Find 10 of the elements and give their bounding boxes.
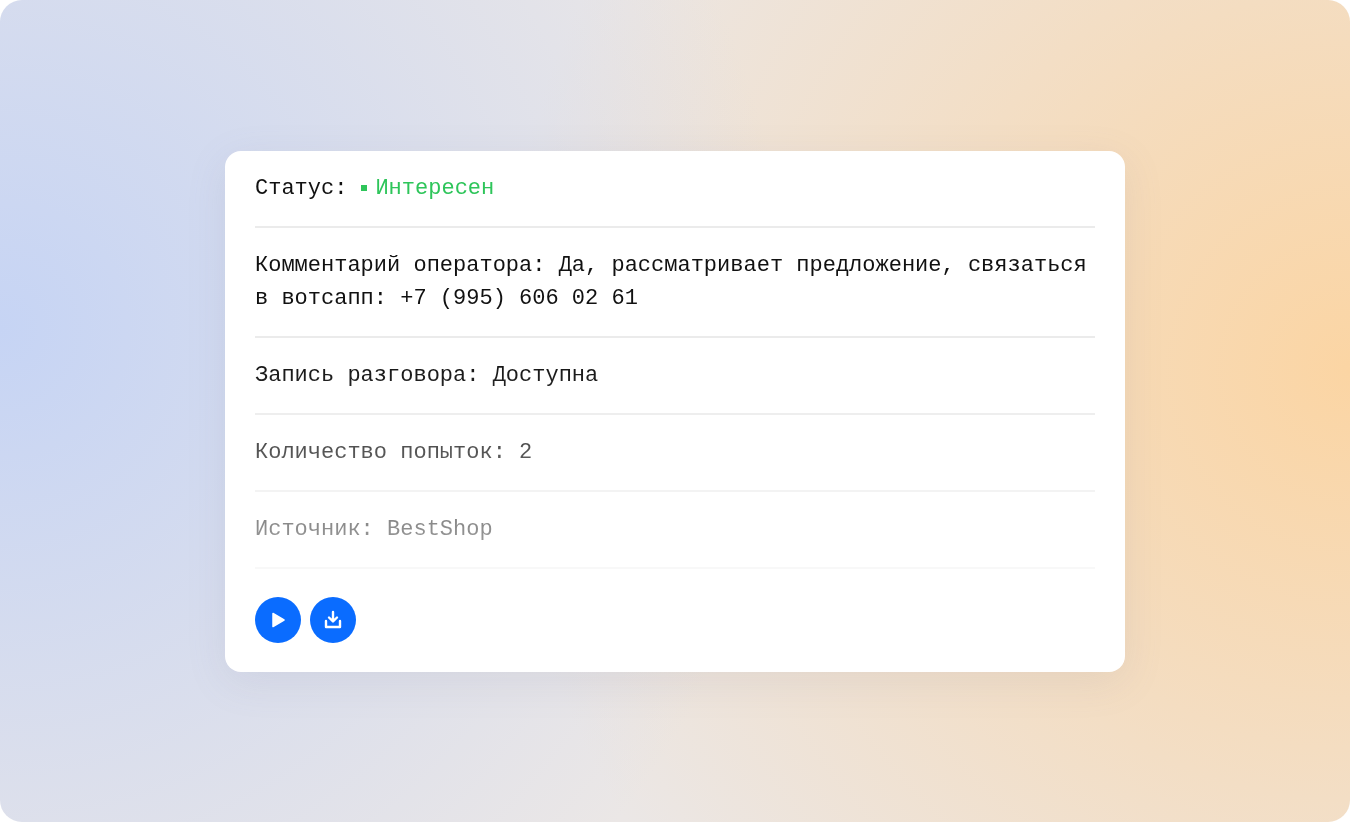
info-text: Источник: BestShop bbox=[255, 515, 493, 544]
info-text: Количество попыток: 2 bbox=[255, 438, 533, 467]
play-button[interactable] bbox=[255, 596, 301, 643]
status-label: Статус: bbox=[255, 174, 348, 203]
play-icon bbox=[270, 611, 286, 628]
download-button[interactable] bbox=[310, 596, 356, 643]
download-icon bbox=[323, 609, 343, 630]
status-value: Интересен bbox=[375, 174, 495, 203]
info-text: Комментарий оператора: Да, рассматривает предложение, связаться в вотсапп: +7 (995) 606 02 61 bbox=[255, 251, 1088, 313]
info-text: Запись разговора: Доступна bbox=[255, 361, 599, 390]
